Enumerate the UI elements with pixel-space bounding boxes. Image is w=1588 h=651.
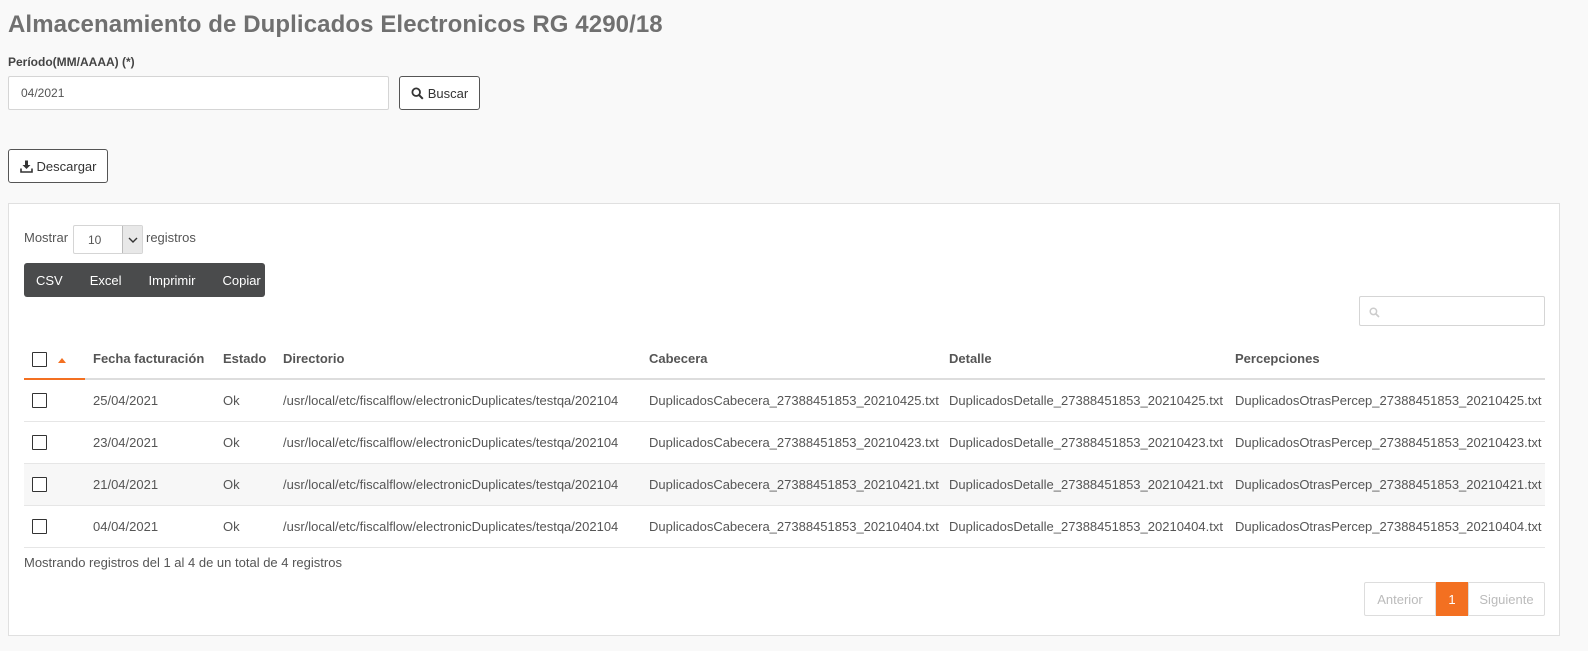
page-title: Almacenamiento de Duplicados Electronico… xyxy=(8,11,663,38)
search-icon xyxy=(411,86,424,100)
search-button-label: Buscar xyxy=(427,85,469,101)
table-row[interactable]: 23/04/2021 Ok /usr/local/etc/fiscalflow/… xyxy=(24,421,1545,464)
page-length-select[interactable]: 10 xyxy=(73,225,143,254)
cell-estado: Ok xyxy=(215,421,275,464)
download-icon xyxy=(19,160,33,173)
column-cabecera[interactable]: Cabecera xyxy=(641,339,941,380)
print-button[interactable]: Imprimir xyxy=(149,273,196,288)
duplicates-table: Fecha facturación Estado Directorio Cabe… xyxy=(24,339,1545,548)
sort-asc-icon xyxy=(58,358,66,363)
export-csv-button[interactable]: CSV xyxy=(36,273,63,288)
select-all-checkbox[interactable] xyxy=(32,351,47,367)
table-row[interactable]: 04/04/2021 Ok /usr/local/etc/fiscalflow/… xyxy=(24,505,1545,548)
cell-estado: Ok xyxy=(215,505,275,548)
download-button[interactable]: Descargar xyxy=(8,149,108,183)
cell-directorio: /usr/local/etc/fiscalflow/electronicDupl… xyxy=(275,421,641,464)
search-button[interactable]: Buscar xyxy=(399,76,480,110)
period-input[interactable] xyxy=(8,76,389,110)
column-estado[interactable]: Estado xyxy=(215,339,275,380)
next-page-button[interactable]: Siguiente xyxy=(1468,582,1545,616)
cell-cabecera: DuplicadosCabecera_27388451853_20210425.… xyxy=(641,379,941,422)
cell-estado: Ok xyxy=(215,463,275,506)
page-1-button[interactable]: 1 xyxy=(1436,582,1468,616)
records-label: registros xyxy=(146,230,196,245)
cell-detalle: DuplicadosDetalle_27388451853_20210404.t… xyxy=(941,505,1227,548)
select-all-header[interactable] xyxy=(24,339,85,380)
cell-percepciones: DuplicadosOtrasPercep_27388451853_202104… xyxy=(1227,463,1545,506)
export-excel-button[interactable]: Excel xyxy=(90,273,122,288)
table-info: Mostrando registros del 1 al 4 de un tot… xyxy=(24,555,342,570)
cell-fecha: 23/04/2021 xyxy=(85,421,215,464)
show-label: Mostrar xyxy=(24,230,69,245)
page-length-value: 10 xyxy=(88,233,102,247)
column-detalle[interactable]: Detalle xyxy=(941,339,1227,380)
cell-cabecera: DuplicadosCabecera_27388451853_20210423.… xyxy=(641,421,941,464)
cell-fecha: 04/04/2021 xyxy=(85,505,215,548)
cell-fecha: 25/04/2021 xyxy=(85,379,215,422)
table-search-input[interactable] xyxy=(1359,296,1545,326)
cell-directorio: /usr/local/etc/fiscalflow/electronicDupl… xyxy=(275,505,641,548)
download-button-label: Descargar xyxy=(36,158,97,174)
cell-detalle: DuplicadosDetalle_27388451853_20210421.t… xyxy=(941,463,1227,506)
table-header-row: Fecha facturación Estado Directorio Cabe… xyxy=(24,339,1545,380)
copy-button[interactable]: Copiar xyxy=(222,273,260,288)
table-row[interactable]: 21/04/2021 Ok /usr/local/etc/fiscalflow/… xyxy=(24,463,1545,506)
cell-detalle: DuplicadosDetalle_27388451853_20210423.t… xyxy=(941,421,1227,464)
row-checkbox[interactable] xyxy=(32,435,47,451)
cell-percepciones: DuplicadosOtrasPercep_27388451853_202104… xyxy=(1227,505,1545,548)
row-checkbox[interactable] xyxy=(32,477,47,493)
search-icon xyxy=(1369,306,1380,321)
column-percepciones[interactable]: Percepciones xyxy=(1227,339,1545,380)
cell-fecha: 21/04/2021 xyxy=(85,463,215,506)
cell-cabecera: DuplicadosCabecera_27388451853_20210404.… xyxy=(641,505,941,548)
cell-percepciones: DuplicadosOtrasPercep_27388451853_202104… xyxy=(1227,379,1545,422)
cell-directorio: /usr/local/etc/fiscalflow/electronicDupl… xyxy=(275,463,641,506)
cell-directorio: /usr/local/etc/fiscalflow/electronicDupl… xyxy=(275,379,641,422)
row-checkbox[interactable] xyxy=(32,519,47,535)
cell-estado: Ok xyxy=(215,379,275,422)
row-checkbox[interactable] xyxy=(32,393,47,409)
cell-percepciones: DuplicadosOtrasPercep_27388451853_202104… xyxy=(1227,421,1545,464)
cell-cabecera: DuplicadosCabecera_27388451853_20210421.… xyxy=(641,463,941,506)
column-fecha[interactable]: Fecha facturación xyxy=(85,339,215,380)
results-panel: Mostrar 10 registros CSV Excel Imprimir … xyxy=(8,203,1560,636)
column-directorio[interactable]: Directorio xyxy=(275,339,641,380)
table-row[interactable]: 25/04/2021 Ok /usr/local/etc/fiscalflow/… xyxy=(24,379,1545,422)
previous-page-button[interactable]: Anterior xyxy=(1364,582,1436,616)
chevron-down-icon xyxy=(122,226,142,253)
export-buttons: CSV Excel Imprimir Copiar xyxy=(24,263,265,297)
pagination: Anterior 1 Siguiente xyxy=(1364,582,1545,616)
cell-detalle: DuplicadosDetalle_27388451853_20210425.t… xyxy=(941,379,1227,422)
period-label: Período(MM/AAAA) (*) xyxy=(8,55,135,69)
